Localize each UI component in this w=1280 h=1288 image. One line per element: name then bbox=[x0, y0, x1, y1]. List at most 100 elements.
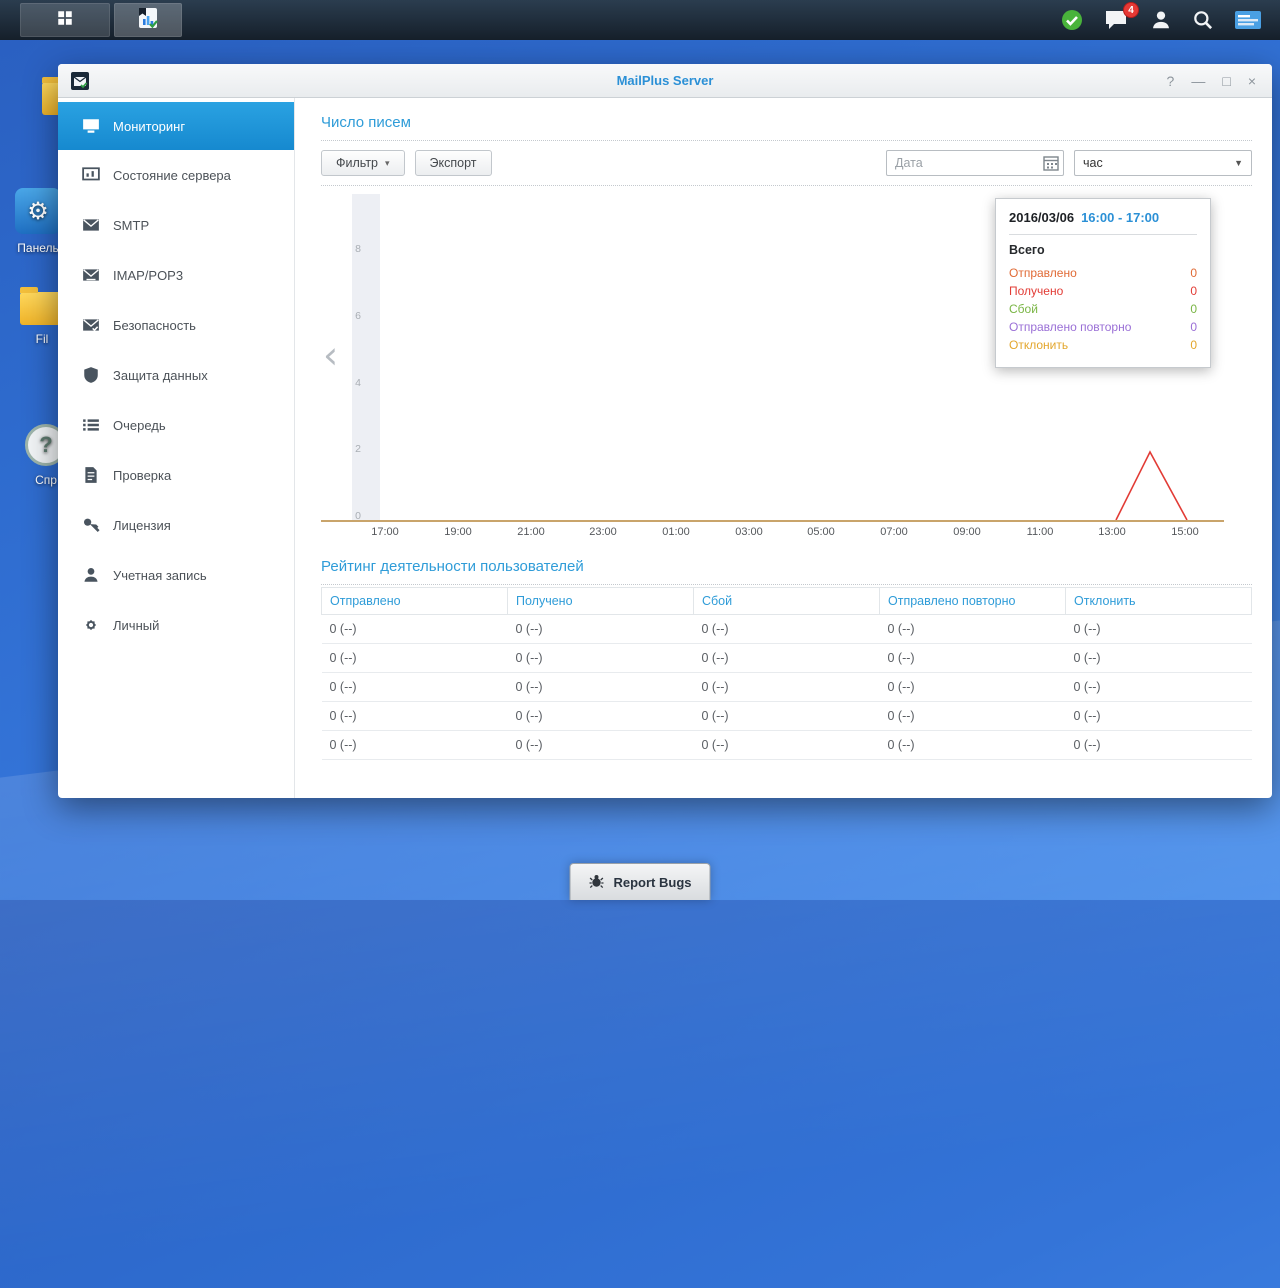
export-button-label: Экспорт bbox=[429, 156, 477, 170]
desktop-icon-label: Панель bbox=[17, 241, 59, 255]
sidebar-item-smtp[interactable]: SMTP bbox=[58, 200, 294, 250]
system-health-button[interactable] bbox=[1060, 8, 1084, 32]
sidebar-item-account[interactable]: Учетная запись bbox=[58, 550, 294, 600]
chart-tooltip: 2016/03/06 16:00 - 17:00 Всего Отправлено… bbox=[995, 198, 1211, 368]
interval-select[interactable]: час ▼ bbox=[1074, 150, 1252, 176]
x-tick: 07:00 bbox=[880, 526, 908, 538]
window-titlebar[interactable]: MailPlus Server ? — □ × bbox=[58, 64, 1272, 98]
x-tick: 05:00 bbox=[807, 526, 835, 538]
caret-down-icon: ▾ bbox=[385, 157, 390, 168]
sidebar-item-server-status[interactable]: Состояние сервера bbox=[58, 150, 294, 200]
table-row: 0 (--) 0 (--) 0 (--) 0 (--) 0 (--) bbox=[321, 701, 1252, 731]
x-tick: 11:00 bbox=[1026, 526, 1054, 538]
mail-count-title: Число писем bbox=[321, 114, 411, 131]
sidebar-item-audit[interactable]: Проверка bbox=[58, 450, 294, 500]
sidebar-item-security[interactable]: Безопасность bbox=[58, 300, 294, 350]
user-menu-button[interactable] bbox=[1150, 9, 1172, 31]
queue-list-icon bbox=[83, 419, 99, 431]
control-panel-icon: ⚙ bbox=[15, 188, 61, 234]
monitor-icon bbox=[83, 119, 99, 133]
mailplus-window-icon bbox=[70, 71, 90, 91]
tooltip-row: Получено 0 bbox=[1009, 284, 1197, 298]
mailplus-server-window: MailPlus Server ? — □ × Мониторинг Состо… bbox=[58, 64, 1272, 798]
calendar-icon[interactable] bbox=[1043, 155, 1059, 171]
x-tick: 19:00 bbox=[444, 526, 472, 538]
column-header: Отклонить bbox=[1065, 587, 1252, 615]
notification-badge: 4 bbox=[1123, 2, 1139, 18]
x-tick: 13:00 bbox=[1098, 526, 1126, 538]
shield-icon bbox=[84, 367, 98, 383]
help-button[interactable]: ? bbox=[1167, 74, 1175, 88]
divider bbox=[1009, 234, 1197, 235]
sidebar-item-data-protection[interactable]: Защита данных bbox=[58, 350, 294, 400]
sidebar-item-label: SMTP bbox=[113, 217, 150, 233]
export-button[interactable]: Экспорт bbox=[414, 150, 492, 176]
sidebar-item-queue[interactable]: Очередь bbox=[58, 400, 294, 450]
user-activity-title: Рейтинг деятельности пользователей bbox=[321, 558, 584, 575]
sidebar-item-personal[interactable]: Личный bbox=[58, 600, 294, 650]
tooltip-date: 2016/03/06 bbox=[1009, 210, 1075, 225]
date-input[interactable] bbox=[886, 150, 1064, 176]
minimize-button[interactable]: — bbox=[1191, 74, 1205, 88]
main-content: Число писем Фильтр ▾ Экспорт час bbox=[295, 98, 1272, 798]
desktop-icon-label: Спр bbox=[35, 473, 57, 487]
chevron-down-icon: ▼ bbox=[1234, 158, 1243, 168]
divider bbox=[321, 185, 1252, 186]
x-tick: 03:00 bbox=[735, 526, 763, 538]
toolbar: Фильтр ▾ Экспорт час ▼ bbox=[321, 141, 1252, 185]
filter-button-label: Фильтр bbox=[336, 156, 378, 170]
x-tick: 17:00 bbox=[371, 526, 399, 538]
sidebar-item-monitoring[interactable]: Мониторинг bbox=[58, 102, 294, 150]
mail-security-icon bbox=[83, 319, 99, 332]
taskbar: 4 bbox=[0, 0, 1280, 40]
pilot-view-button[interactable] bbox=[1234, 9, 1262, 31]
imap-pop3-icon bbox=[83, 269, 99, 281]
table-row: 0 (--) 0 (--) 0 (--) 0 (--) 0 (--) bbox=[321, 643, 1252, 673]
maximize-button[interactable]: □ bbox=[1222, 74, 1230, 88]
tooltip-time-range: 16:00 - 17:00 bbox=[1081, 210, 1160, 225]
report-bugs-button[interactable]: Report Bugs bbox=[569, 863, 711, 900]
desktop-icon-label: Fil bbox=[35, 332, 49, 346]
sidebar-item-label: Учетная запись bbox=[113, 567, 207, 583]
x-tick: 23:00 bbox=[589, 526, 617, 538]
user-activity-table: Отправлено Получено Сбой Отправлено повт… bbox=[321, 587, 1252, 760]
sidebar-item-label: Очередь bbox=[113, 417, 166, 433]
sidebar-item-label: Состояние сервера bbox=[113, 167, 231, 183]
sidebar-item-label: Личный bbox=[113, 617, 160, 633]
sidebar-item-imap-pop3[interactable]: IMAP/POP3 bbox=[58, 250, 294, 300]
x-tick: 15:00 bbox=[1171, 526, 1199, 538]
column-header: Отправлено повторно bbox=[879, 587, 1066, 615]
filter-button[interactable]: Фильтр ▾ bbox=[321, 150, 405, 176]
x-tick: 21:00 bbox=[517, 526, 545, 538]
x-tick: 09:00 bbox=[953, 526, 981, 538]
tooltip-row: Отправлено повторно 0 bbox=[1009, 320, 1197, 334]
close-button[interactable]: × bbox=[1248, 74, 1256, 88]
sidebar: Мониторинг Состояние сервера SMTP IMAP/P… bbox=[58, 98, 295, 798]
sidebar-item-label: Проверка bbox=[113, 467, 172, 483]
server-status-icon bbox=[82, 167, 100, 181]
tooltip-row: Отправлено 0 bbox=[1009, 266, 1197, 280]
search-button[interactable] bbox=[1192, 9, 1214, 31]
mailplus-taskbar-button[interactable] bbox=[114, 3, 182, 37]
main-menu-button[interactable] bbox=[20, 3, 110, 37]
license-key-icon bbox=[84, 518, 100, 532]
sidebar-item-label: IMAP/POP3 bbox=[113, 267, 184, 283]
sidebar-item-label: Мониторинг bbox=[113, 118, 186, 134]
gear-icon bbox=[85, 619, 97, 631]
apps-grid-icon bbox=[56, 9, 74, 32]
window-title: MailPlus Server bbox=[616, 73, 714, 88]
table-row: 0 (--) 0 (--) 0 (--) 0 (--) 0 (--) bbox=[321, 672, 1252, 702]
interval-select-value: час bbox=[1083, 156, 1103, 170]
smtp-icon bbox=[83, 219, 99, 231]
notifications-button[interactable]: 4 bbox=[1104, 2, 1139, 31]
x-tick: 01:00 bbox=[662, 526, 690, 538]
tooltip-row: Сбой 0 bbox=[1009, 302, 1197, 316]
column-header: Сбой bbox=[693, 587, 880, 615]
audit-document-icon bbox=[85, 467, 97, 483]
user-account-icon bbox=[84, 568, 98, 582]
mailplus-app-icon bbox=[136, 6, 160, 35]
sidebar-item-license[interactable]: Лицензия bbox=[58, 500, 294, 550]
table-row: 0 (--) 0 (--) 0 (--) 0 (--) 0 (--) bbox=[321, 730, 1252, 760]
column-header: Отправлено bbox=[321, 587, 508, 615]
divider bbox=[321, 584, 1252, 585]
